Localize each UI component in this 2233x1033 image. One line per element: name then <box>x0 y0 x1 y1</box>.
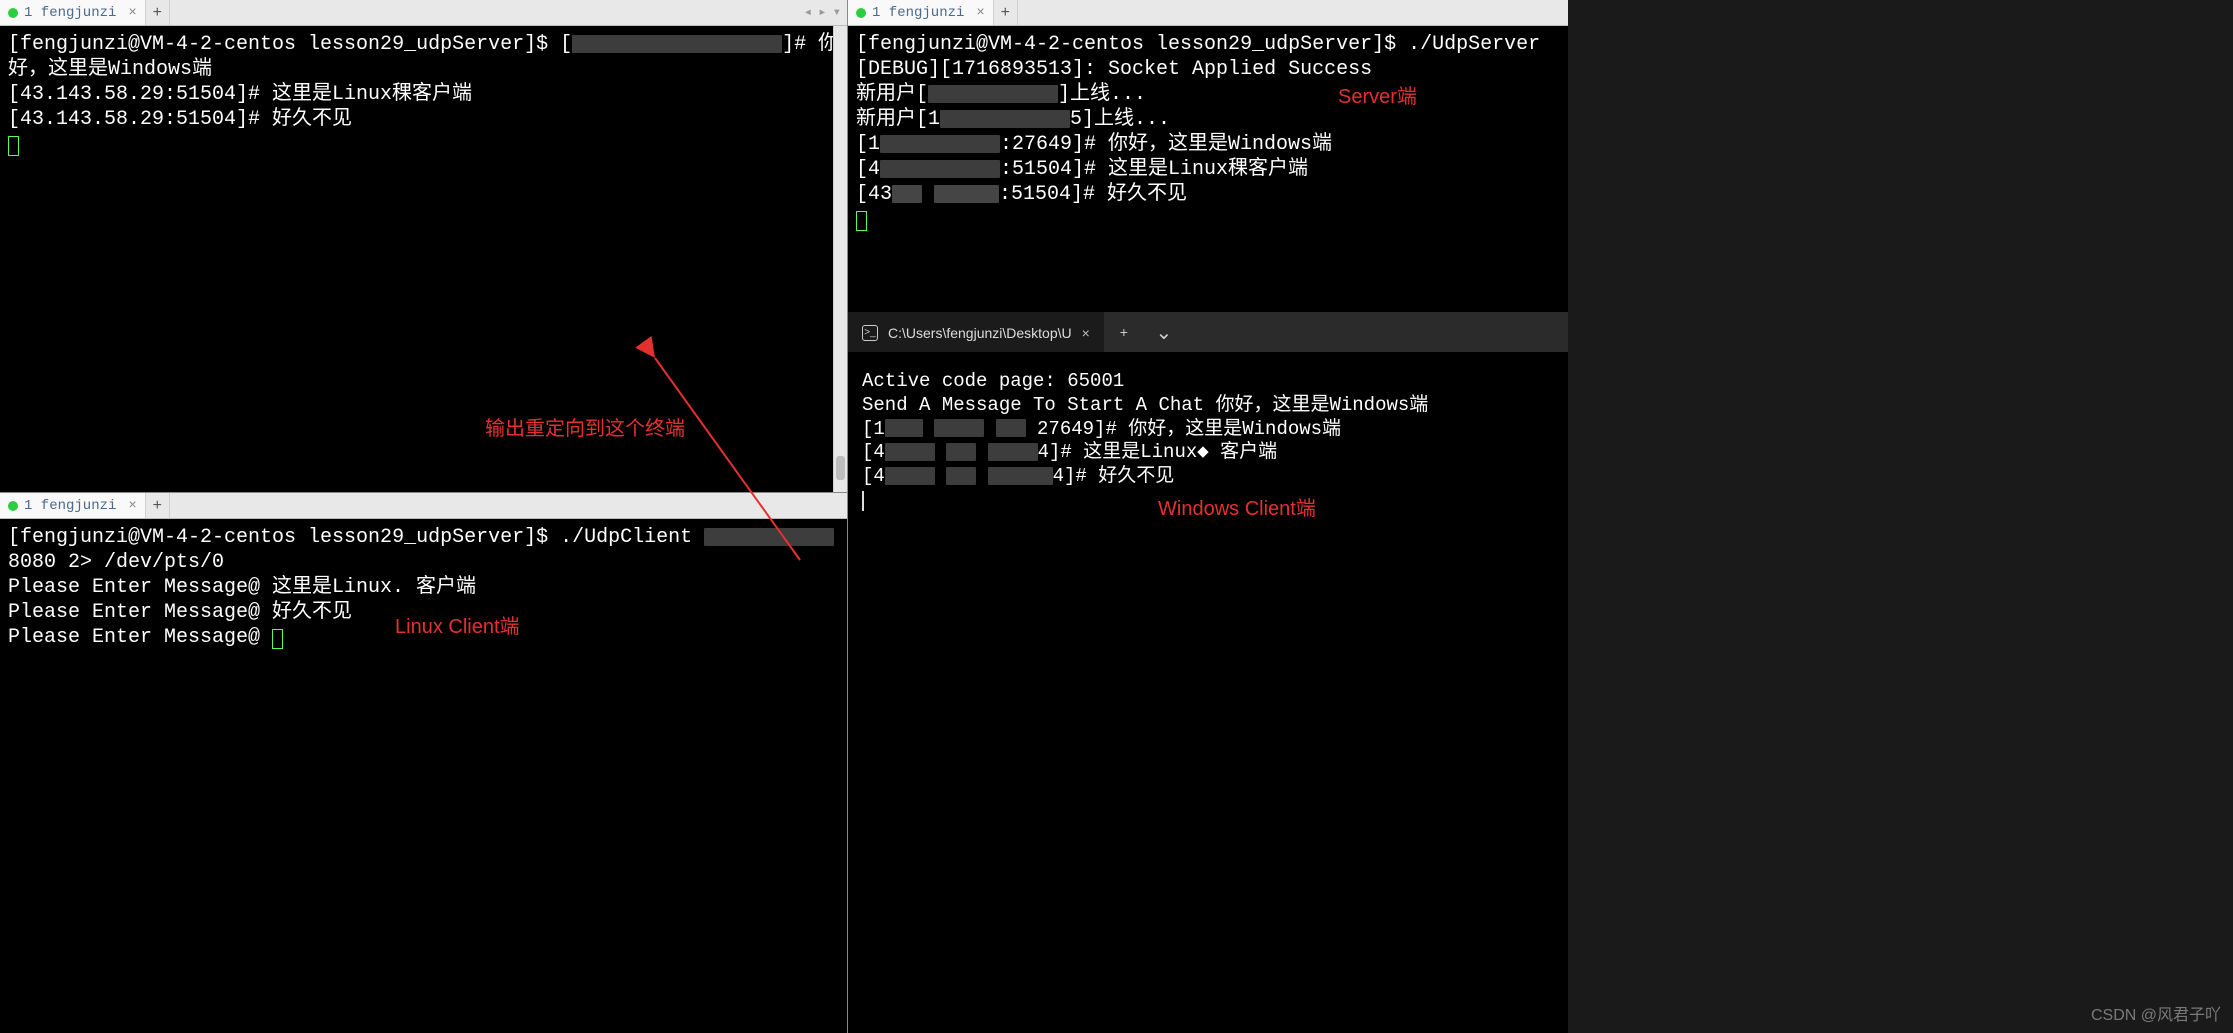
cursor-icon <box>862 491 864 511</box>
windows-client-pane: >_ C:\Users\fengjunzi\Desktop\U × + ⌄ Ac… <box>848 312 1568 1033</box>
redacted-ip <box>934 419 984 437</box>
redacted-ip <box>704 528 834 546</box>
server-pane: 1 fengjunzi × + [fengjunzi@VM-4-2-centos… <box>848 0 1568 312</box>
status-dot-icon <box>856 8 866 18</box>
output-terminal-pane: 1 fengjunzi × + ◂ ▸ ▾ [fengjunzi@VM-4-2-… <box>0 0 848 492</box>
terminal-output[interactable]: [fengjunzi@VM-4-2-centos lesson29_udpSer… <box>0 26 847 492</box>
vertical-scrollbar[interactable] <box>833 26 847 492</box>
tab-label: 1 fengjunzi <box>24 5 116 21</box>
cursor-icon <box>272 629 283 649</box>
annotation-redirect: 输出重定向到这个终端 <box>485 412 685 441</box>
wt-tab[interactable]: >_ C:\Users\fengjunzi\Desktop\U × <box>848 312 1104 352</box>
menu-down-icon[interactable]: ▾ <box>833 4 841 21</box>
tab-bar: 1 fengjunzi × + <box>0 493 847 519</box>
redacted-ip <box>885 419 923 437</box>
redacted-ip <box>885 443 935 461</box>
shell-command: [fengjunzi@VM-4-2-centos lesson29_udpSer… <box>856 33 1540 56</box>
scroll-right-icon[interactable]: ▸ <box>818 4 826 21</box>
redacted-ip <box>988 467 1053 485</box>
shell-command: [fengjunzi@VM-4-2-centos lesson29_udpSer… <box>8 526 704 549</box>
tab-bar: 1 fengjunzi × + <box>848 0 1568 26</box>
status-dot-icon <box>8 501 18 511</box>
log-line: Active code page: 65001 <box>862 370 1124 392</box>
log-line: [43.143.58.29:51504]# 这里是Linux稞客户端 <box>8 83 472 106</box>
redacted-ip <box>946 467 976 485</box>
redacted-ip <box>996 419 1026 437</box>
new-tab-button[interactable]: + <box>1104 312 1144 352</box>
tab-session-1[interactable]: 1 fengjunzi × <box>0 0 146 25</box>
redacted-ip <box>885 467 935 485</box>
redacted-ip <box>928 85 1058 103</box>
terminal-icon: >_ <box>862 325 878 341</box>
close-icon[interactable]: × <box>128 5 136 21</box>
redacted-ip <box>880 135 1000 153</box>
redacted-ip <box>934 185 999 203</box>
log-line: Send A Message To Start A Chat 你好，这里是Win… <box>862 394 1428 416</box>
tab-scroll-controls: ◂ ▸ ▾ <box>804 0 847 25</box>
new-tab-button[interactable]: + <box>994 0 1018 25</box>
redacted-ip <box>892 185 922 203</box>
redacted-ip <box>940 110 1070 128</box>
terminal-output[interactable]: [fengjunzi@VM-4-2-centos lesson29_udpSer… <box>0 519 847 1033</box>
terminal-output[interactable]: Active code page: 65001 Send A Message T… <box>848 352 1568 1033</box>
tab-menu-button[interactable]: ⌄ <box>1144 312 1184 352</box>
terminal-output[interactable]: [fengjunzi@VM-4-2-centos lesson29_udpSer… <box>848 26 1568 312</box>
tab-session-1[interactable]: 1 fengjunzi × <box>0 493 146 518</box>
shell-prompt: [fengjunzi@VM-4-2-centos lesson29_udpSer… <box>8 33 560 56</box>
linux-client-pane: 1 fengjunzi × + [fengjunzi@VM-4-2-centos… <box>0 492 848 1033</box>
status-dot-icon <box>8 8 18 18</box>
tab-label: 1 fengjunzi <box>872 5 964 21</box>
prompt-line: Please Enter Message@ 这里是Linux. 客户端 <box>8 576 476 599</box>
redacted-ip <box>880 160 1000 178</box>
log-line: [43.143.58.29:51504]# 好久不见 <box>8 108 352 131</box>
log-line: [DEBUG][1716893513]: Socket Applied Succ… <box>856 58 1372 81</box>
new-tab-button[interactable]: + <box>146 0 170 25</box>
redacted-ip <box>572 35 782 53</box>
redacted-ip <box>946 443 976 461</box>
new-tab-button[interactable]: + <box>146 493 170 518</box>
prompt-line: Please Enter Message@ <box>8 626 272 649</box>
redacted-ip <box>988 443 1038 461</box>
watermark: CSDN @风君子吖 <box>2091 1001 2221 1025</box>
wt-tab-title: C:\Users\fengjunzi\Desktop\U <box>888 325 1072 341</box>
tab-label: 1 fengjunzi <box>24 498 116 514</box>
close-icon[interactable]: × <box>1082 325 1090 341</box>
tab-bar: 1 fengjunzi × + ◂ ▸ ▾ <box>0 0 847 26</box>
wt-tab-bar: >_ C:\Users\fengjunzi\Desktop\U × + ⌄ <box>848 312 1568 352</box>
cursor-icon <box>856 211 867 231</box>
tab-session-1[interactable]: 1 fengjunzi × <box>848 0 994 25</box>
cursor-icon <box>8 136 19 156</box>
scrollbar-thumb[interactable] <box>836 456 845 480</box>
close-icon[interactable]: × <box>976 5 984 21</box>
close-icon[interactable]: × <box>128 498 136 514</box>
prompt-line: Please Enter Message@ 好久不见 <box>8 601 352 624</box>
scroll-left-icon[interactable]: ◂ <box>804 4 812 21</box>
